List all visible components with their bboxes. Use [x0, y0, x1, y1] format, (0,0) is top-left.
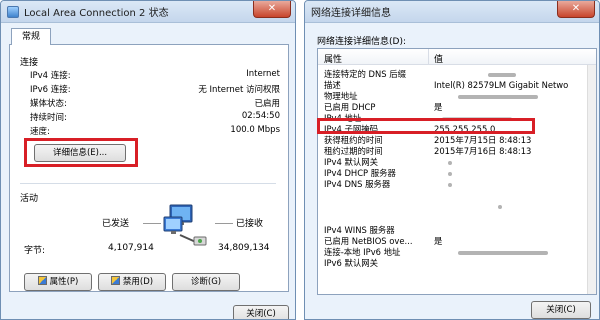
list-item[interactable]: 已启用 DHCP 是 — [318, 102, 596, 113]
details-window-title: 网络连接详细信息 — [311, 8, 391, 19]
status-window-title: Local Area Connection 2 状态 — [24, 8, 169, 19]
list-item-property: 连接特定的 DNS 后缀 — [324, 69, 406, 79]
list-item-value: 2015年7月16日 8:48:13 — [434, 146, 532, 156]
list-item-property: IPv4 DNS 服务器 — [324, 179, 391, 189]
status-row: 速度: 100.0 Mbps — [30, 125, 280, 138]
list-item[interactable]: 连接特定的 DNS 后缀 — [318, 69, 596, 80]
details-list[interactable]: 属性 值 连接特定的 DNS 后缀 描述 Intel(R) 82579LM Gi… — [317, 48, 597, 295]
properties-button[interactable]: 属性(P) — [24, 273, 92, 291]
status-row-key: IPv4 连接: — [30, 71, 71, 81]
redacted-value — [448, 172, 452, 176]
status-row-value: 02:54:50 — [241, 111, 280, 121]
activity-line-right — [215, 223, 233, 224]
activity-line-left — [143, 223, 161, 224]
details-window-close-button[interactable]: ✕ — [557, 1, 595, 18]
redacted-value — [458, 251, 548, 255]
properties-button-label: 属性(P) — [49, 277, 79, 287]
disable-button-label: 禁用(D) — [122, 277, 154, 287]
list-item[interactable]: IPv4 默认网关 — [318, 157, 596, 168]
list-item[interactable]: 描述 Intel(R) 82579LM Gigabit Netwo — [318, 80, 596, 91]
list-item[interactable]: IPv4 WINS 服务器 — [318, 225, 596, 236]
list-item-property: 获得租约的时间 — [324, 135, 383, 145]
list-item-value: 2015年7月15日 8:48:13 — [434, 135, 532, 145]
activity-group-label: 活动 — [20, 194, 39, 204]
tab-general[interactable]: 常规 — [11, 28, 51, 45]
header-value[interactable]: 值 — [434, 52, 443, 65]
status-window-titlebar[interactable]: Local Area Connection 2 状态 — [1, 1, 295, 23]
list-item-property: 连接-本地 IPv6 地址 — [324, 247, 401, 257]
status-row: IPv6 连接: 无 Internet 访问权限 — [30, 83, 280, 96]
redacted-value — [448, 183, 452, 187]
status-row-value: Internet — [246, 69, 280, 79]
diagnose-button[interactable]: 诊断(G) — [172, 273, 240, 291]
list-item-property: IPv6 默认网关 — [324, 258, 378, 268]
status-row-value: 100.0 Mbps — [230, 125, 280, 135]
status-row-value: 无 Internet 访问权限 — [198, 85, 280, 95]
details-list-scrollbar[interactable] — [587, 65, 596, 294]
bytes-received-value: 34,809,134 — [218, 243, 270, 253]
ipv4-highlight-box — [317, 118, 535, 134]
group-divider — [20, 183, 276, 184]
list-item[interactable]: 租约过期的时间 2015年7月16日 8:48:13 — [318, 146, 596, 157]
list-item-property: IPv4 DHCP 服务器 — [324, 168, 396, 178]
bytes-sent-value: 4,107,914 — [108, 243, 154, 253]
list-item-property: 已启用 DHCP — [324, 102, 376, 112]
status-close-button[interactable]: 关闭(C) — [233, 305, 289, 319]
window-close-button[interactable]: ✕ — [253, 1, 291, 18]
list-item-value: Intel(R) 82579LM Gigabit Netwo — [434, 80, 569, 90]
general-panel: 连接 IPv4 连接: Internet IPv6 连接: 无 Internet… — [9, 44, 289, 292]
list-item[interactable]: 获得租约的时间 2015年7月15日 8:48:13 — [318, 135, 596, 146]
redacted-value — [498, 205, 502, 209]
details-highlight-box — [24, 138, 138, 167]
received-label: 已接收 — [236, 219, 264, 229]
status-row-key: 持续时间: — [30, 113, 67, 123]
status-row-value: 已启用 — [254, 99, 280, 109]
bytes-label: 字节: — [24, 246, 46, 256]
disable-button[interactable]: 禁用(D) — [98, 273, 166, 291]
details-close-button[interactable]: 关闭(C) — [531, 301, 591, 319]
list-item-property: 已启用 NetBIOS ove... — [324, 236, 413, 246]
sent-label: 已发送 — [102, 219, 130, 229]
shield-icon — [37, 276, 47, 285]
list-item-property: IPv4 默认网关 — [324, 157, 378, 167]
list-item-property: 描述 — [324, 80, 341, 90]
list-item-property: 租约过期的时间 — [324, 146, 383, 156]
redacted-value — [448, 161, 452, 165]
redacted-value — [488, 73, 516, 77]
details-window-titlebar[interactable]: 网络连接详细信息 — [305, 1, 599, 23]
status-row: IPv4 连接: Internet — [30, 69, 280, 82]
network-adapter-icon — [7, 5, 19, 18]
status-row-key: IPv6 连接: — [30, 85, 71, 95]
redacted-value — [458, 95, 538, 99]
status-row-key: 媒体状态: — [30, 99, 67, 109]
list-item-value: 是 — [434, 236, 443, 246]
status-row: 媒体状态: 已启用 — [30, 97, 280, 110]
connection-group-label: 连接 — [20, 58, 39, 68]
list-item[interactable]: IPv6 默认网关 — [318, 258, 596, 269]
details-section-label: 网络连接详细信息(D): — [317, 37, 406, 47]
details-list-header: 属性 值 — [318, 49, 596, 65]
list-item[interactable]: IPv4 DHCP 服务器 — [318, 168, 596, 179]
list-item[interactable] — [318, 201, 596, 212]
header-property[interactable]: 属性 — [324, 52, 342, 65]
computers-network-icon — [163, 204, 207, 246]
list-item[interactable] — [318, 190, 596, 201]
status-window: Local Area Connection 2 状态 ✕ 常规 连接 IPv4 … — [0, 0, 296, 320]
details-window: 网络连接详细信息 ✕ 网络连接详细信息(D): 属性 值 连接特定的 DNS 后… — [304, 0, 600, 320]
list-item-property: 物理地址 — [324, 91, 358, 101]
list-item[interactable]: 已启用 NetBIOS ove... 是 — [318, 236, 596, 247]
status-row-key: 速度: — [30, 127, 50, 137]
list-item-property: IPv4 WINS 服务器 — [324, 225, 395, 235]
list-item[interactable]: IPv4 DNS 服务器 — [318, 179, 596, 190]
list-item-value: 是 — [434, 102, 443, 112]
shield-icon — [110, 276, 120, 285]
header-separator — [428, 49, 429, 65]
status-row: 持续时间: 02:54:50 — [30, 111, 280, 124]
